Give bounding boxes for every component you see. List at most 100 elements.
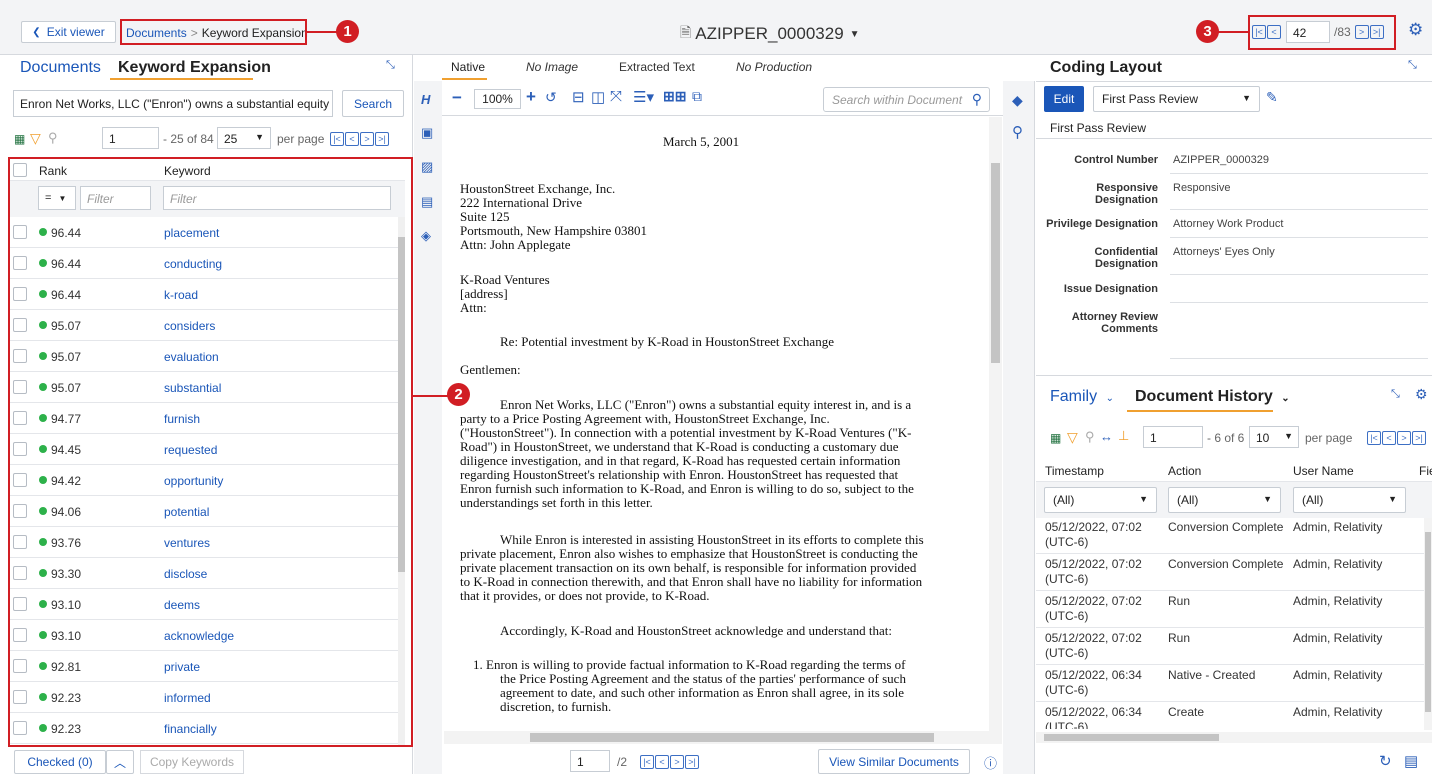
- clear-filter-icon[interactable]: ⚲: [1085, 429, 1095, 445]
- rotate-icon[interactable]: ↺: [545, 89, 557, 106]
- previous-page-icon[interactable]: <: [655, 755, 669, 769]
- field-value[interactable]: Attorney Work Product: [1173, 218, 1283, 230]
- expand-up-button[interactable]: ︿: [106, 750, 134, 774]
- column-user-name[interactable]: User Name: [1293, 464, 1354, 478]
- copy-keywords-button[interactable]: Copy Keywords: [140, 750, 244, 774]
- fit-page-icon[interactable]: ◫: [591, 88, 605, 106]
- zoom-in-icon[interactable]: +: [526, 87, 536, 107]
- field-value[interactable]: Attorneys' Eyes Only: [1173, 246, 1275, 258]
- document-add-icon[interactable]: ▤: [421, 194, 433, 210]
- column-field[interactable]: Fie: [1419, 464, 1432, 478]
- first-page-icon[interactable]: |<: [330, 132, 344, 146]
- history-hscroll-thumb[interactable]: [1044, 734, 1219, 741]
- clear-filter-icon[interactable]: ⚲: [48, 130, 58, 146]
- viewer-page-pager: |< < > >|: [640, 754, 700, 769]
- filter-icon[interactable]: ▽: [1067, 429, 1078, 446]
- tag-icon[interactable]: ◈: [421, 228, 431, 244]
- highlight-icon[interactable]: H: [421, 92, 430, 107]
- table-row[interactable]: 05/12/2022, 07:02 (UTC-6) Conversion Compl…: [1036, 554, 1424, 591]
- history-scrollbar-thumb[interactable]: [1425, 532, 1431, 712]
- zoom-input[interactable]: 100%: [474, 89, 521, 109]
- print-icon[interactable]: ⧉: [692, 88, 702, 105]
- settings-icon[interactable]: ⚙: [1415, 386, 1428, 403]
- viewer-page-input[interactable]: 1: [570, 750, 610, 772]
- next-page-icon[interactable]: >: [670, 755, 684, 769]
- tab-keyword-expansion[interactable]: Keyword Expansion: [118, 59, 271, 77]
- image-edit-icon[interactable]: ▨: [421, 159, 433, 175]
- collapse-icon[interactable]: ⤡: [386, 59, 395, 72]
- history-document-icon[interactable]: ▤: [1404, 752, 1418, 770]
- document-search-placeholder: Search within Document: [832, 93, 963, 107]
- tab-family[interactable]: Family ⌄: [1050, 388, 1114, 406]
- document-title[interactable]: 🗎 AZIPPER_0000329 ▼: [680, 22, 860, 46]
- fullscreen-icon[interactable]: ⤧: [610, 88, 622, 105]
- previous-page-icon[interactable]: <: [1382, 431, 1396, 445]
- excel-export-icon[interactable]: ▦: [1050, 431, 1061, 445]
- last-page-icon[interactable]: >|: [685, 755, 699, 769]
- tab-documents[interactable]: Documents: [20, 59, 101, 77]
- field-value[interactable]: Responsive: [1173, 182, 1230, 194]
- column-timestamp[interactable]: Timestamp: [1045, 464, 1104, 478]
- previous-page-icon[interactable]: <: [345, 132, 359, 146]
- collapse-icon[interactable]: ⤡: [1391, 388, 1400, 401]
- view-similar-documents-button[interactable]: View Similar Documents: [818, 749, 970, 774]
- history-per-page-select[interactable]: 10 ▼: [1249, 426, 1299, 448]
- first-page-icon[interactable]: |<: [1367, 431, 1381, 445]
- history-refresh-icon[interactable]: ↻: [1379, 752, 1392, 770]
- image-icon[interactable]: ▣: [421, 125, 433, 141]
- timestamp-filter-select[interactable]: (All) ▼: [1044, 487, 1157, 513]
- freeze-icon[interactable]: ⊥: [1118, 428, 1129, 444]
- tab-no-image[interactable]: No Image: [526, 60, 578, 74]
- table-row[interactable]: 05/12/2022, 06:34 (UTC-6) Native - Created…: [1036, 665, 1424, 702]
- gear-icon[interactable]: ⚙: [1408, 20, 1423, 40]
- exit-viewer-button[interactable]: ❮ Exit viewer: [21, 21, 116, 43]
- last-page-icon[interactable]: >|: [1412, 431, 1426, 445]
- table-row[interactable]: 05/12/2022, 06:34 (UTC-6) Create Admin, Rel…: [1036, 702, 1424, 729]
- last-page-icon[interactable]: >|: [375, 132, 389, 146]
- collapse-icon[interactable]: ⤡: [1408, 59, 1417, 72]
- next-page-icon[interactable]: >: [360, 132, 374, 146]
- tab-no-production[interactable]: No Production: [736, 60, 812, 74]
- fit-width-icon[interactable]: ⊟: [572, 88, 585, 106]
- info-icon[interactable]: ⓘ: [984, 753, 997, 772]
- viewer-scrollbar-thumb[interactable]: [991, 163, 1000, 363]
- redact-icon[interactable]: ⊞⊞: [663, 88, 686, 105]
- viewer-horizontal-scrollbar[interactable]: [444, 731, 1002, 744]
- tab-extracted-text[interactable]: Extracted Text: [619, 60, 695, 74]
- page-number-input[interactable]: 1: [102, 127, 159, 149]
- zoom-out-icon[interactable]: −: [452, 88, 462, 108]
- viewer-hscroll-thumb[interactable]: [530, 733, 934, 742]
- keyword-search-input[interactable]: Enron Net Works, LLC ("Enron") owns a su…: [13, 90, 333, 117]
- history-horizontal-scrollbar[interactable]: [1036, 732, 1432, 743]
- layout-select[interactable]: First Pass Review ▼: [1093, 86, 1260, 112]
- history-page-input[interactable]: 1: [1143, 426, 1203, 448]
- per-page-select[interactable]: 25 ▼: [217, 127, 271, 149]
- layers-icon[interactable]: ◆: [1012, 92, 1023, 109]
- table-row[interactable]: 05/12/2022, 07:02 (UTC-6) Run Admin, Relati…: [1036, 591, 1424, 628]
- tab-native[interactable]: Native: [451, 60, 485, 74]
- timestamp-cell: 05/12/2022, 07:02: [1045, 557, 1142, 571]
- first-page-icon[interactable]: |<: [640, 755, 654, 769]
- column-action[interactable]: Action: [1168, 464, 1201, 478]
- history-vertical-scrollbar[interactable]: [1424, 518, 1432, 730]
- action-filter-select[interactable]: (All) ▼: [1168, 487, 1281, 513]
- caret-down-icon: ▼: [255, 132, 264, 142]
- user-filter-select[interactable]: (All) ▼: [1293, 487, 1406, 513]
- field-value[interactable]: AZIPPER_0000329: [1173, 154, 1269, 166]
- layout-select-icon[interactable]: ☰▾: [633, 88, 654, 106]
- search-button[interactable]: Search: [342, 90, 404, 117]
- excel-export-icon[interactable]: ▦: [14, 132, 25, 146]
- search-icon[interactable]: ⚲: [972, 91, 982, 108]
- table-row[interactable]: 05/12/2022, 07:02 (UTC-6) Run Admin, Relati…: [1036, 628, 1424, 665]
- checked-button[interactable]: Checked (0): [14, 750, 106, 774]
- table-row[interactable]: 05/12/2022, 07:02 (UTC-6) Conversion Compl…: [1036, 517, 1424, 554]
- edit-button[interactable]: Edit: [1044, 86, 1084, 112]
- fit-columns-icon[interactable]: ↔: [1100, 429, 1113, 444]
- filter-icon[interactable]: ▽: [30, 130, 41, 147]
- pencil-icon[interactable]: ✎: [1266, 89, 1278, 106]
- viewer-vertical-scrollbar[interactable]: [989, 117, 1002, 731]
- tab-document-history[interactable]: Document History ⌄: [1135, 388, 1290, 406]
- document-search-input[interactable]: Search within Document ⚲: [823, 87, 990, 112]
- search-icon[interactable]: ⚲: [1012, 123, 1023, 141]
- next-page-icon[interactable]: >: [1397, 431, 1411, 445]
